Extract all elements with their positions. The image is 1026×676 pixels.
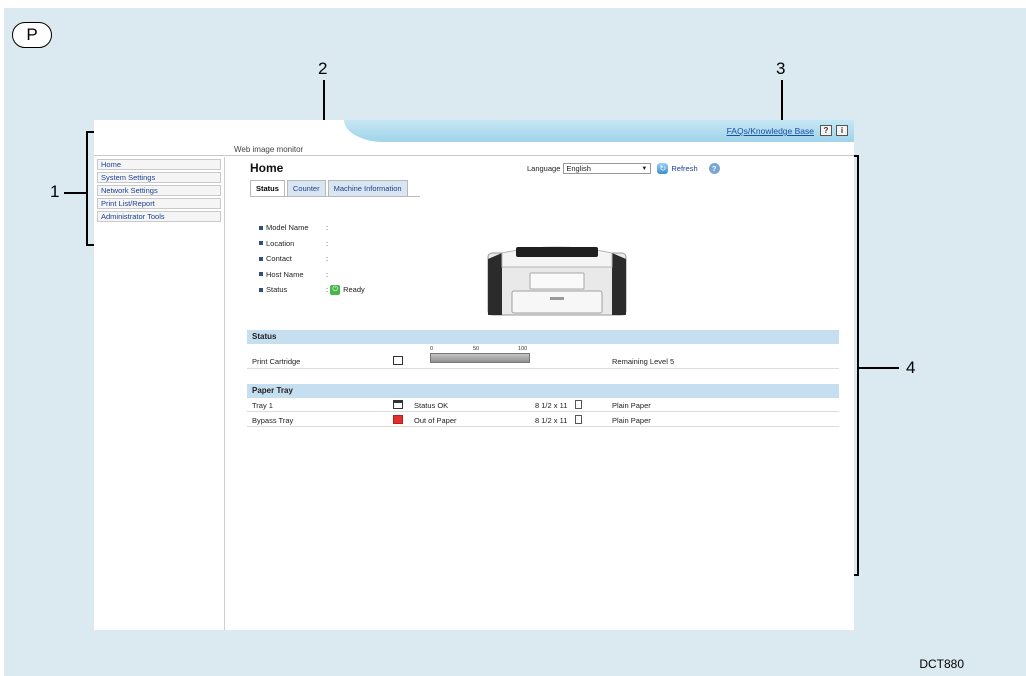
chevron-down-icon: ▼ — [641, 165, 648, 172]
bullet-icon — [259, 225, 263, 230]
info-row-host-name: Host Name : — [259, 267, 365, 283]
title-bar: Web image monitor — [94, 142, 854, 156]
cartridge-icon — [393, 356, 403, 365]
header-band: FAQs/Knowledge Base ? i — [94, 120, 854, 142]
tray-paper-type: Plain Paper — [612, 401, 651, 410]
tray-name: Tray 1 — [252, 401, 273, 410]
callout-1-bracket — [86, 131, 88, 245]
tray-ok-icon — [393, 400, 403, 409]
p-badge: P — [12, 22, 52, 48]
tab-status[interactable]: Status — [250, 180, 285, 197]
callout-4-bracket — [857, 155, 859, 575]
sidebar-item-administrator-tools[interactable]: Administrator Tools — [97, 211, 221, 222]
help-button[interactable]: ? — [820, 125, 832, 136]
ready-status-icon: ⏻ — [330, 284, 341, 295]
cartridge-remaining: Remaining Level 5 — [612, 357, 675, 366]
bullet-icon — [259, 287, 263, 292]
tray-state: Out of Paper — [414, 416, 457, 425]
tab-machine-information[interactable]: Machine Information — [327, 180, 408, 197]
sidebar-item-print-list-report[interactable]: Print List/Report — [97, 198, 221, 209]
figure-code: DCT880 — [919, 657, 964, 671]
bullet-icon — [259, 241, 263, 246]
sidebar: Home System Settings Network Settings Pr… — [94, 157, 225, 630]
callout-4: 4 — [906, 358, 916, 377]
paper-orientation-icon — [575, 400, 582, 409]
web-image-monitor-window: FAQs/Knowledge Base ? i Web image monito… — [94, 120, 854, 630]
info-sep: : — [326, 269, 329, 279]
help-icon[interactable]: ? — [708, 162, 720, 174]
cartridge-label: Print Cartridge — [252, 357, 301, 366]
sidebar-item-network-settings[interactable]: Network Settings — [97, 185, 221, 196]
info-row-location: Location : — [259, 236, 365, 252]
status-section-heading: Status — [247, 330, 839, 344]
sidebar-item-system-settings[interactable]: System Settings — [97, 172, 221, 183]
info-sep: : — [326, 285, 329, 295]
info-label: Status — [266, 285, 288, 295]
scale-label-50: 50 — [473, 346, 480, 352]
tab-bar: Status Counter Machine Information — [250, 180, 410, 197]
tray-error-icon — [393, 415, 403, 424]
faq-knowledge-base-link[interactable]: FAQs/Knowledge Base — [727, 126, 814, 136]
tab-divider — [250, 196, 420, 197]
bullet-icon — [259, 272, 263, 277]
info-row-contact: Contact : — [259, 251, 365, 267]
sidebar-item-home[interactable]: Home — [97, 159, 221, 170]
refresh-icon[interactable]: ↻ — [657, 162, 669, 174]
info-sep: : — [326, 223, 329, 233]
info-row-status: Status : ⏻ Ready — [259, 282, 365, 298]
language-value: English — [566, 163, 591, 173]
callout-4-leader — [859, 367, 899, 369]
cartridge-row: Print Cartridge Remaining Level 5 — [247, 353, 839, 369]
paper-orientation-icon — [575, 415, 582, 424]
scale-label-100: 100 — [518, 346, 528, 352]
cartridge-level-bar — [430, 353, 530, 363]
callout-1: 1 — [50, 182, 60, 201]
language-toolbar: Language English ▼ ↻ Refresh ? — [527, 162, 720, 174]
page-title: Home — [250, 161, 284, 175]
table-row: Tray 1 Status OK 8 1/2 x 11 Plain Paper — [247, 399, 839, 412]
info-button[interactable]: i — [836, 125, 848, 136]
callout-1-leader — [64, 192, 88, 194]
app-title: Web image monitor — [234, 145, 304, 154]
printer-image — [487, 246, 627, 316]
table-row: Bypass Tray Out of Paper 8 1/2 x 11 Plai… — [247, 414, 839, 427]
tray-state: Status OK — [414, 401, 449, 410]
status-value: Ready — [343, 285, 365, 295]
callout-3: 3 — [776, 59, 786, 78]
language-select[interactable]: English ▼ — [563, 162, 652, 174]
info-sep: : — [326, 238, 329, 248]
device-info-list: Model Name : Location : Contact : Host N… — [259, 220, 365, 298]
tray-size: 8 1/2 x 11 — [535, 416, 568, 425]
tray-size: 8 1/2 x 11 — [535, 401, 568, 410]
callout-2: 2 — [318, 59, 328, 78]
bullet-icon — [259, 256, 263, 261]
tray-paper-type: Plain Paper — [612, 416, 651, 425]
info-label: Model Name — [266, 223, 309, 233]
info-label: Contact — [266, 254, 292, 264]
info-label: Host Name — [266, 269, 304, 279]
paper-tray-section-heading: Paper Tray — [247, 384, 839, 398]
tray-name: Bypass Tray — [252, 416, 294, 425]
refresh-button[interactable]: Refresh — [671, 164, 697, 173]
language-label: Language — [527, 163, 561, 173]
info-sep: : — [326, 254, 329, 264]
scale-label-0: 0 — [430, 346, 434, 352]
info-label: Location — [266, 238, 295, 248]
diagram-canvas: P DCT880 1 2 3 4 FAQs/Knowledge Base ? i… — [4, 8, 1026, 676]
tab-counter[interactable]: Counter — [286, 180, 326, 197]
info-row-model-name: Model Name : — [259, 220, 365, 236]
